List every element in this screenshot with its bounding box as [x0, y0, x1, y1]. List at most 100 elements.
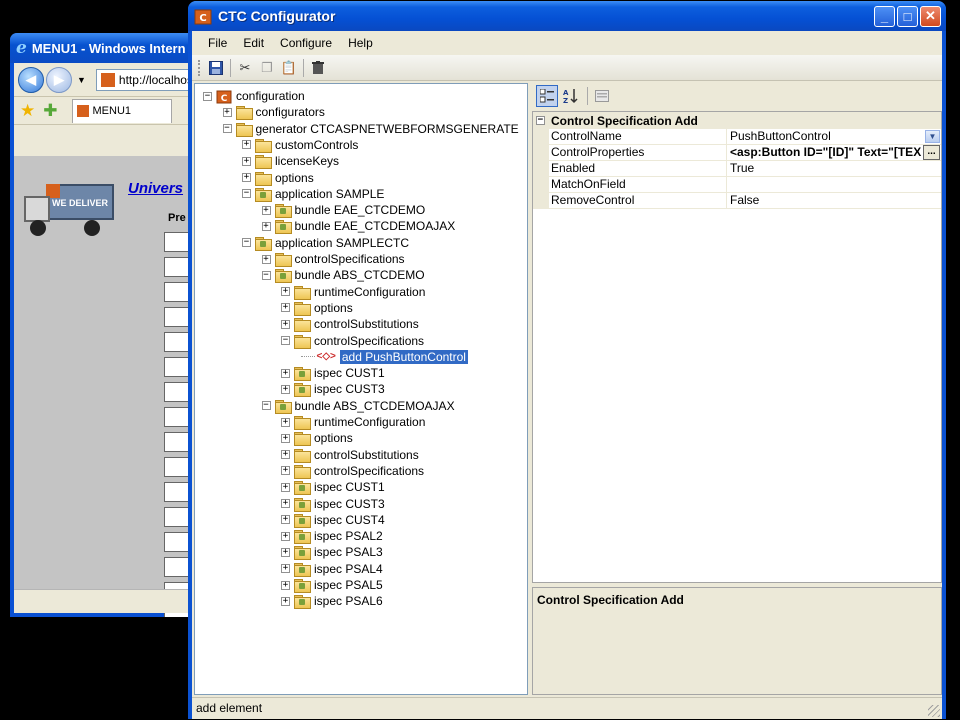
- tree-expand-icon[interactable]: +: [281, 580, 290, 590]
- menu-file[interactable]: File: [200, 36, 235, 50]
- tree-node[interactable]: + options: [281, 300, 353, 316]
- add-favorite-icon[interactable]: ✚: [43, 101, 57, 121]
- tree-expand-icon[interactable]: +: [281, 303, 290, 313]
- minimize-button[interactable]: _: [874, 5, 895, 27]
- tree-collapse-icon[interactable]: −: [222, 124, 232, 134]
- property-row[interactable]: ControlProperties <asp:Button ID="[ID]" T…: [533, 145, 941, 161]
- property-name[interactable]: Enabled: [549, 161, 727, 176]
- tree-collapse-icon[interactable]: −: [261, 401, 271, 411]
- tree-node[interactable]: + licenseKeys: [242, 153, 339, 170]
- tree-expand-icon[interactable]: +: [281, 482, 290, 492]
- property-name[interactable]: ControlProperties: [549, 145, 727, 160]
- tree-node[interactable]: + ispec PSAL2: [281, 528, 383, 545]
- property-row[interactable]: ControlName PushButtonControl ▼: [533, 129, 941, 145]
- tree-node[interactable]: + controlSpecifications: [281, 463, 424, 479]
- tree-node[interactable]: + ispec PSAL5: [281, 577, 383, 593]
- tree-node[interactable]: − controlSpecifications: [281, 333, 424, 349]
- favorites-star-icon[interactable]: ★: [20, 101, 35, 121]
- tree-expand-icon[interactable]: +: [242, 173, 251, 182]
- close-button[interactable]: ✕: [920, 5, 941, 27]
- tree-node[interactable]: + ispec PSAL6: [281, 593, 383, 610]
- tree-expand-icon[interactable]: +: [281, 319, 290, 329]
- tree-node[interactable]: − bundle ABS_CTCDEMO: [261, 267, 425, 284]
- resize-grip-icon[interactable]: [928, 705, 940, 717]
- tree-node[interactable]: − application SAMPLE: [242, 186, 384, 202]
- delete-icon[interactable]: [307, 58, 329, 78]
- tree-collapse-icon[interactable]: −: [281, 336, 290, 345]
- tree-expand-icon[interactable]: +: [281, 384, 290, 394]
- back-arrow-icon[interactable]: ◀: [18, 66, 44, 93]
- cut-icon[interactable]: ✂: [234, 58, 256, 78]
- tree-node[interactable]: + ispec CUST3: [281, 496, 385, 512]
- menu-configure[interactable]: Configure: [272, 36, 340, 50]
- categorized-view-icon[interactable]: [536, 85, 558, 107]
- tree-node[interactable]: + controlSubstitutions: [281, 447, 419, 463]
- property-name[interactable]: RemoveControl: [549, 193, 727, 208]
- nav-dropdown-icon[interactable]: ▼: [77, 75, 86, 85]
- tree-expand-icon[interactable]: +: [281, 287, 290, 297]
- tree-node[interactable]: + ispec PSAL3: [281, 544, 383, 561]
- tree-node[interactable]: + options: [242, 170, 314, 186]
- copy-icon[interactable]: ❐: [256, 58, 278, 78]
- property-grid[interactable]: − Control Specification Add ControlName P…: [532, 111, 942, 583]
- menu-edit[interactable]: Edit: [235, 36, 272, 50]
- property-category[interactable]: − Control Specification Add: [533, 112, 941, 129]
- tree-expand-icon[interactable]: +: [242, 140, 251, 150]
- tree-node[interactable]: + bundle EAE_CTCDEMOAJAX: [261, 218, 455, 235]
- tree-expand-icon[interactable]: +: [222, 107, 232, 117]
- chevron-down-icon[interactable]: ▼: [925, 130, 940, 143]
- tree-node[interactable]: + options: [281, 430, 353, 447]
- maximize-button[interactable]: □: [897, 5, 918, 27]
- menu-help[interactable]: Help: [340, 36, 381, 50]
- tree-node[interactable]: + configurators: [222, 104, 325, 121]
- ie-tab-menu1[interactable]: MENU1: [71, 98, 172, 123]
- tree-node[interactable]: + ispec CUST1: [281, 479, 385, 496]
- tree-expand-icon[interactable]: +: [281, 433, 290, 443]
- tree-expand-icon[interactable]: +: [281, 596, 290, 606]
- tree-expand-icon[interactable]: +: [261, 205, 271, 215]
- tree-expand-icon[interactable]: +: [281, 450, 290, 460]
- tree-collapse-icon[interactable]: −: [261, 270, 271, 280]
- property-pages-icon[interactable]: [591, 85, 613, 107]
- tree-node[interactable]: + controlSpecifications: [261, 251, 405, 267]
- tree-expand-icon[interactable]: +: [281, 531, 290, 541]
- property-value[interactable]: PushButtonControl ▼: [727, 129, 941, 144]
- save-icon[interactable]: [205, 58, 227, 78]
- property-value[interactable]: [727, 177, 941, 192]
- tree-collapse-icon[interactable]: −: [203, 91, 212, 101]
- tree-node[interactable]: <◇> add PushButtonControl: [300, 349, 468, 365]
- property-value[interactable]: False: [727, 193, 941, 208]
- tree-expand-icon[interactable]: +: [281, 417, 290, 427]
- property-row[interactable]: RemoveControl False: [533, 193, 941, 209]
- tree-node[interactable]: − bundle ABS_CTCDEMOAJAX: [261, 398, 455, 414]
- tree-expand-icon[interactable]: +: [281, 368, 290, 378]
- page-heading-link[interactable]: Univers: [128, 180, 183, 197]
- tree-expand-icon[interactable]: +: [281, 547, 290, 557]
- tree-node[interactable]: + ispec CUST1: [281, 365, 385, 382]
- tree-expand-icon[interactable]: +: [261, 221, 271, 231]
- tree-node[interactable]: + controlSubstitutions: [281, 316, 419, 333]
- ctc-configurator-window[interactable]: C CTC Configurator _ □ ✕ File Edit Confi…: [188, 1, 946, 719]
- property-row[interactable]: Enabled True: [533, 161, 941, 177]
- tree-expand-icon[interactable]: +: [281, 515, 290, 525]
- tree-node[interactable]: + ispec CUST3: [281, 381, 385, 398]
- tree-collapse-icon[interactable]: −: [242, 189, 251, 199]
- paste-icon[interactable]: 📋: [278, 58, 300, 78]
- property-value[interactable]: True: [727, 161, 941, 176]
- tree-node[interactable]: − generator CTCASPNETWEBFORMSGENERATE: [222, 121, 519, 137]
- property-value[interactable]: <asp:Button ID="[ID]" Text="[TEX...: [727, 145, 941, 160]
- alphabetical-sort-icon[interactable]: AZ: [560, 85, 582, 107]
- ellipsis-button[interactable]: ...: [923, 145, 940, 160]
- configuration-tree[interactable]: − Cconfiguration + configurators − generator …: [194, 83, 528, 695]
- category-collapse-icon[interactable]: −: [536, 116, 545, 125]
- tree-node[interactable]: + ispec CUST4: [281, 512, 385, 528]
- tree-collapse-icon[interactable]: −: [242, 238, 251, 248]
- tree-node[interactable]: + runtimeConfiguration: [281, 414, 425, 430]
- tree-expand-icon[interactable]: +: [242, 156, 251, 166]
- tree-node[interactable]: + bundle EAE_CTCDEMO: [261, 202, 425, 219]
- property-name[interactable]: MatchOnField: [549, 177, 727, 192]
- property-row[interactable]: MatchOnField: [533, 177, 941, 193]
- forward-arrow-icon[interactable]: ▶: [46, 66, 72, 93]
- tree-node[interactable]: + runtimeConfiguration: [281, 284, 425, 300]
- tree-node[interactable]: − Cconfiguration: [203, 88, 305, 104]
